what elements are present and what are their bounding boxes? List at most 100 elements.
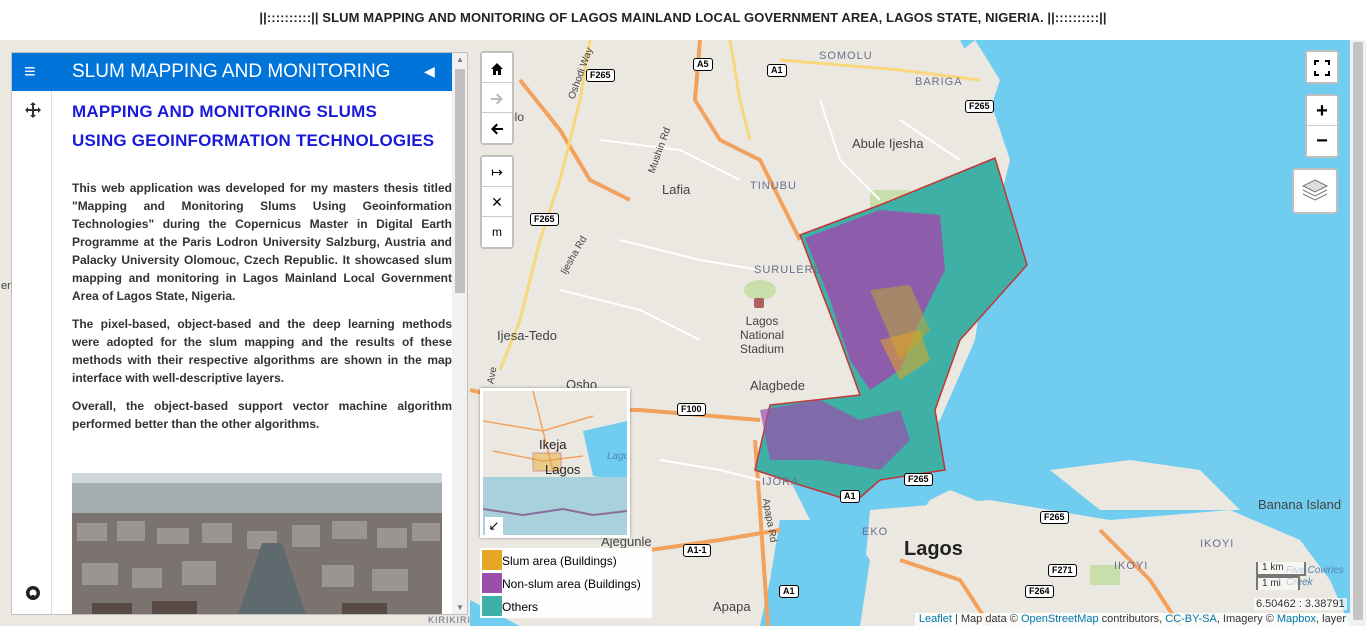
layers-icon	[1301, 179, 1329, 201]
sidebar-content: MAPPING AND MONITORING SLUMS USING GEOIN…	[72, 91, 452, 614]
scroll-up-icon[interactable]: ▲	[456, 55, 464, 64]
mouse-coordinates: 6.50462 : 3.38791	[1254, 598, 1347, 610]
stadium-icon	[754, 298, 764, 308]
zoom-control: + −	[1305, 94, 1339, 158]
road-shield-a1-2: A1	[840, 490, 860, 503]
legend-label-others: Others	[502, 600, 539, 614]
road-shield-f265-2: F265	[965, 100, 994, 113]
map-label-ijora: IJORA	[762, 476, 800, 488]
methods-paragraph: The pixel-based, object-based and the de…	[72, 317, 452, 385]
sidebar-scroll-thumb[interactable]	[455, 69, 465, 293]
map-label-tinubu: TINUBU	[750, 180, 797, 192]
measure-control: ↦ ✕ m	[480, 155, 514, 249]
zoom-in-button[interactable]: +	[1307, 96, 1337, 126]
road-shield-a5: A5	[693, 58, 713, 71]
sidebar-heading-line-1: MAPPING AND MONITORING SLUMS	[72, 102, 377, 121]
map-legend: Slum area (Buildings) Non-slum area (Bui…	[480, 548, 652, 618]
map-label-alagbede: Alagbede	[750, 378, 805, 393]
zoom-out-button[interactable]: −	[1307, 126, 1337, 156]
map-label-abule-ijesha: Abule Ijesha	[852, 136, 924, 151]
map-label-lagos: Lagos	[904, 538, 963, 560]
map-label-apapa: Apapa	[713, 599, 751, 614]
arrow-right-icon	[491, 93, 503, 105]
road-shield-f265: F265	[586, 69, 615, 82]
navigation-control	[480, 51, 514, 145]
scale-km: 1 km	[1256, 562, 1306, 576]
legend-item-non-slum: Non-slum area (Buildings)	[480, 571, 652, 594]
fullscreen-control	[1305, 50, 1339, 84]
mapbox-link[interactable]: Mapbox	[1277, 613, 1316, 625]
clear-measure-button[interactable]: ✕	[482, 187, 512, 217]
arrow-left-icon	[491, 123, 503, 135]
road-shield-f264: F264	[1025, 585, 1054, 598]
legend-swatch-non-slum	[482, 573, 502, 593]
map-label-ijesa-tedo: Ijesa-Tedo	[497, 328, 557, 343]
measure-unit-button[interactable]: m	[482, 217, 512, 247]
road-shield-a1-1: A1-1	[683, 544, 711, 557]
road-shield-a1-3: A1	[779, 585, 799, 598]
page-scrollbar-thumb[interactable]	[1353, 42, 1363, 620]
sidebar-header-title: SLUM MAPPING AND MONITORING	[72, 61, 391, 82]
map-label-ikoyi: IKOYI	[1200, 538, 1235, 550]
road-shield-f265-3: F265	[530, 213, 559, 226]
attribution-text-1: | Map data ©	[951, 613, 1021, 625]
page-title-bar: ||::::::::::|| SLUM MAPPING AND MONITORI…	[0, 0, 1366, 40]
road-shield-f265-5: F265	[1040, 511, 1069, 524]
fullscreen-button[interactable]	[1307, 52, 1337, 82]
layers-control[interactable]	[1292, 168, 1338, 214]
page-scrollbar[interactable]	[1350, 40, 1366, 626]
map-label-lafia: Lafia	[662, 182, 691, 197]
sidebar-header: ≡ SLUM MAPPING AND MONITORING ◀	[12, 53, 452, 91]
home-button[interactable]	[482, 53, 512, 83]
map-label-ikoyi-2: IKOYI	[1114, 560, 1149, 572]
map-label-bariga: BARIGA	[915, 76, 963, 88]
map-label-surulere: SURULERE	[754, 264, 822, 276]
collapse-sidebar-icon[interactable]: ◀	[424, 63, 435, 80]
attribution-text-2: contributors,	[1098, 613, 1166, 625]
map-label-stadium: Lagos National Stadium	[739, 314, 785, 356]
attribution-text-4: , layer	[1316, 613, 1346, 625]
license-link[interactable]: CC-BY-SA	[1165, 613, 1217, 625]
hamburger-menu-icon[interactable]: ≡	[24, 62, 36, 82]
leaflet-link[interactable]: Leaflet	[919, 613, 952, 625]
scale-bar: 1 km 1 mi	[1256, 562, 1306, 590]
home-icon	[491, 63, 503, 76]
minimap-label-lagos: Lagos	[545, 462, 581, 477]
map-label-banana-island: Banana Island	[1258, 497, 1342, 512]
page-title: ||::::::::::|| SLUM MAPPING AND MONITORI…	[259, 10, 1107, 25]
minimap-toggle-icon[interactable]: ↙	[485, 517, 503, 535]
sidebar-panel: ≡ SLUM MAPPING AND MONITORING ◀ MAPPING …	[11, 52, 468, 615]
sidebar-tabs	[12, 91, 52, 614]
forward-button[interactable]	[482, 83, 512, 113]
osm-link[interactable]: OpenStreetMap	[1021, 613, 1099, 625]
sidebar-heading-line-2: USING GEOINFORMATION TECHNOLOGIES	[72, 131, 435, 150]
measure-button[interactable]: ↦	[482, 157, 512, 187]
attribution-text-3: , Imagery ©	[1216, 613, 1277, 625]
scale-mi: 1 mi	[1256, 576, 1300, 590]
map-label-kirikiri: KIRIKIRI	[428, 615, 472, 625]
road-shield-f271: F271	[1048, 564, 1077, 577]
slum-photo	[72, 473, 442, 614]
intro-paragraph: This web application was developed for m…	[72, 181, 452, 303]
sidebar-heading: MAPPING AND MONITORING SLUMS USING GEOIN…	[72, 97, 452, 155]
legend-item-others: Others	[480, 594, 652, 617]
legend-swatch-others	[482, 596, 502, 616]
result-paragraph: Overall, the object-based support vector…	[72, 399, 452, 431]
move-icon[interactable]	[22, 101, 44, 123]
road-shield-a1: A1	[767, 64, 787, 77]
minimap[interactable]: Ikeja Lagos Lago ↙	[480, 388, 630, 538]
map-label-somolu: SOMOLU	[819, 50, 873, 62]
legend-swatch-slum	[482, 550, 502, 570]
road-shield-f100: F100	[677, 403, 706, 416]
map-label-eko: EKO	[862, 526, 889, 538]
legend-label-slum: Slum area (Buildings)	[502, 554, 617, 568]
scroll-down-icon[interactable]: ▼	[456, 603, 464, 612]
minimap-label-ikeja: Ikeja	[539, 437, 567, 452]
minimap-label-lago: Lago	[607, 451, 630, 462]
legend-label-non-slum: Non-slum area (Buildings)	[502, 577, 641, 591]
map-attribution: Leaflet | Map data © OpenStreetMap contr…	[914, 613, 1350, 626]
road-shield-f265-4: F265	[904, 473, 933, 486]
sidebar-scrollbar[interactable]: ▲ ▼	[452, 53, 467, 614]
back-button[interactable]	[482, 113, 512, 143]
github-icon[interactable]	[22, 585, 44, 607]
